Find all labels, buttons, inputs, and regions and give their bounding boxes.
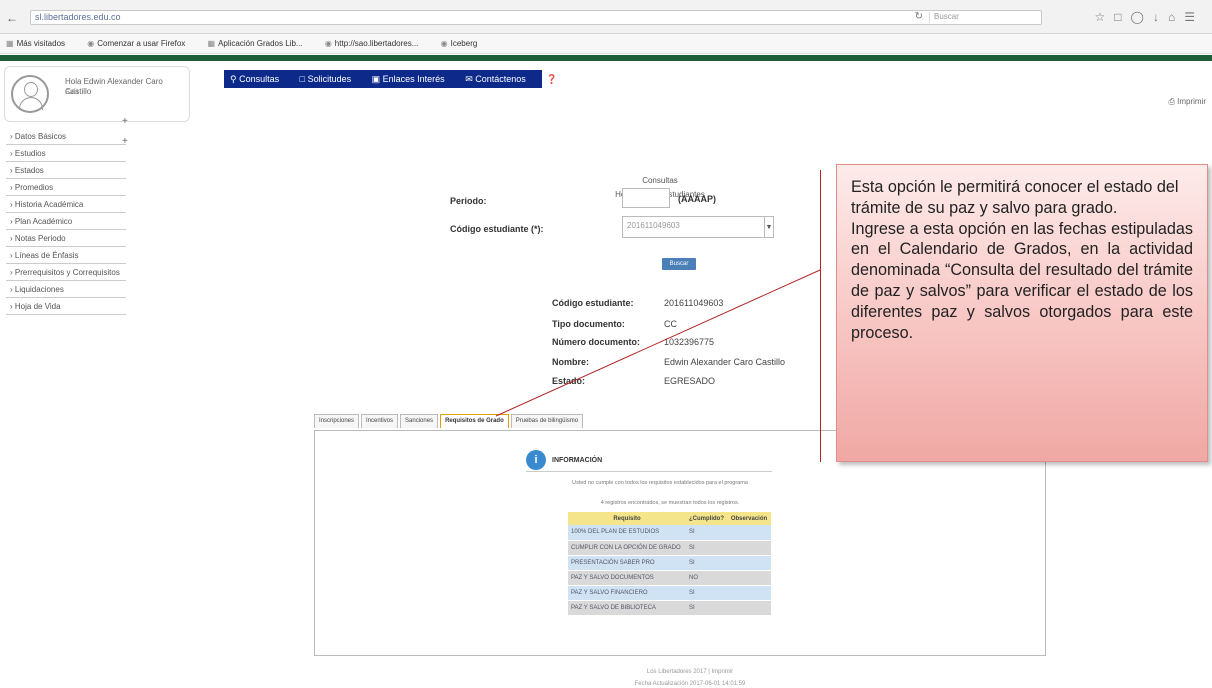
callout-rule (820, 170, 821, 462)
callout-paragraph-1: Esta opción le permitirá conocer el esta… (851, 178, 1179, 217)
page: ← sl.libertadores.edu.co ↻ Buscar ☆□◯↓⌂☰… (0, 0, 1212, 688)
callout-box: Esta opción le permitirá conocer el esta… (836, 164, 1208, 462)
callout-paragraph-2: Ingrese a esta opción en las fechas esti… (851, 219, 1193, 342)
